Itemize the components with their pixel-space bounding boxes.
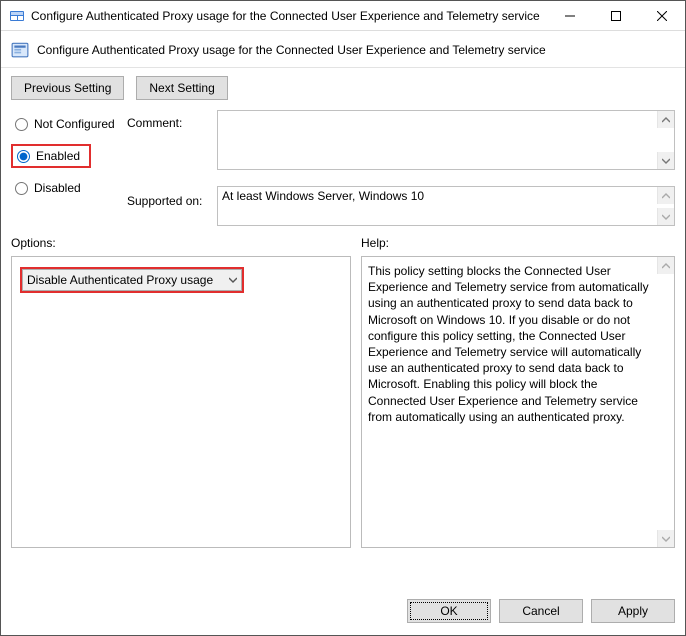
dropdown-value: Disable Authenticated Proxy usage	[27, 273, 213, 287]
window-controls	[547, 1, 685, 30]
scroll-up-button[interactable]	[657, 111, 674, 128]
cancel-button[interactable]: Cancel	[499, 599, 583, 623]
comment-scrollbar	[657, 111, 674, 169]
scroll-up-button[interactable]	[657, 257, 674, 274]
minimize-button[interactable]	[547, 1, 593, 30]
lower-panels: Options: Disable Authenticated Proxy usa…	[1, 236, 685, 587]
close-button[interactable]	[639, 1, 685, 30]
radio-disabled[interactable]: Disabled	[11, 178, 127, 198]
proxy-usage-dropdown[interactable]: Disable Authenticated Proxy usage	[22, 269, 242, 291]
config-grid: Not Configured Enabled Disabled Comment:…	[1, 110, 685, 236]
radio-not-configured[interactable]: Not Configured	[11, 114, 127, 134]
scroll-down-button[interactable]	[657, 152, 674, 169]
radio-not-configured-input[interactable]	[15, 118, 28, 131]
help-section: Help: This policy setting blocks the Con…	[361, 236, 675, 587]
radio-disabled-label: Disabled	[34, 181, 81, 195]
chevron-down-icon	[229, 273, 237, 287]
supported-on-value: At least Windows Server, Windows 10	[222, 189, 424, 203]
state-radios: Not Configured Enabled Disabled	[11, 110, 127, 198]
divider	[1, 67, 685, 68]
radio-disabled-input[interactable]	[15, 182, 28, 195]
footer-buttons: OK Cancel Apply	[1, 587, 685, 635]
radio-enabled[interactable]: Enabled	[11, 144, 91, 168]
help-panel: This policy setting blocks the Connected…	[361, 256, 675, 548]
supported-on-field: At least Windows Server, Windows 10	[217, 186, 675, 226]
comment-field[interactable]	[217, 110, 675, 170]
supported-scrollbar	[657, 187, 674, 225]
help-label: Help:	[361, 236, 675, 250]
apply-button[interactable]: Apply	[591, 599, 675, 623]
scroll-up-button[interactable]	[657, 187, 674, 204]
header-band: Configure Authenticated Proxy usage for …	[1, 31, 685, 63]
scroll-down-button[interactable]	[657, 208, 674, 225]
titlebar: Configure Authenticated Proxy usage for …	[1, 1, 685, 31]
help-text: This policy setting blocks the Connected…	[368, 263, 652, 425]
previous-setting-button[interactable]: Previous Setting	[11, 76, 124, 100]
radio-enabled-label: Enabled	[36, 149, 80, 163]
options-panel: Disable Authenticated Proxy usage	[11, 256, 351, 548]
ok-button[interactable]: OK	[407, 599, 491, 623]
scroll-down-button[interactable]	[657, 530, 674, 547]
options-dropdown-highlight: Disable Authenticated Proxy usage	[20, 267, 244, 293]
nav-row: Previous Setting Next Setting	[1, 76, 685, 110]
maximize-button[interactable]	[593, 1, 639, 30]
field-labels: Comment: Supported on:	[127, 110, 217, 208]
policy-icon	[11, 41, 29, 59]
options-label: Options:	[11, 236, 351, 250]
window-title: Configure Authenticated Proxy usage for …	[31, 9, 547, 23]
supported-on-label: Supported on:	[127, 194, 217, 208]
field-values: At least Windows Server, Windows 10	[217, 110, 675, 226]
next-setting-button[interactable]: Next Setting	[136, 76, 227, 100]
radio-not-configured-label: Not Configured	[34, 117, 115, 131]
options-section: Options: Disable Authenticated Proxy usa…	[11, 236, 351, 587]
app-icon	[9, 8, 25, 24]
radio-enabled-input[interactable]	[17, 150, 30, 163]
header-text: Configure Authenticated Proxy usage for …	[37, 43, 546, 57]
comment-label: Comment:	[127, 116, 217, 130]
help-scrollbar	[657, 257, 674, 547]
